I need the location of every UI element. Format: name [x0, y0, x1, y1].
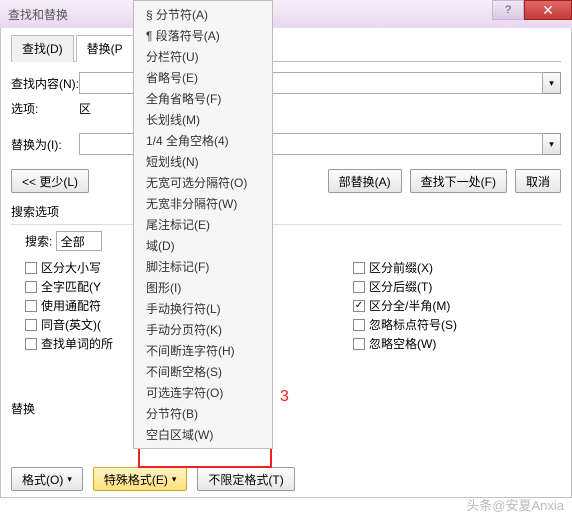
special-format-menu: § 分节符(A)¶ 段落符号(A)分栏符(U)省略号(E)全角省略号(F)长划线…	[133, 0, 273, 449]
help-button[interactable]: ?	[492, 0, 524, 20]
special-format-button[interactable]: 特殊格式(E)	[93, 467, 188, 491]
checkbox-label: 全字匹配(Y	[41, 278, 101, 295]
checkbox-label: 使用通配符	[41, 297, 101, 314]
menu-item[interactable]: 省略号(E)	[134, 67, 272, 88]
search-direction-select[interactable]: 全部	[56, 231, 102, 251]
cancel-button[interactable]: 取消	[515, 169, 561, 193]
checkbox-row[interactable]: 忽略标点符号(S)	[353, 316, 561, 333]
checkbox-label: 查找单词的所	[41, 335, 113, 352]
titlebar: 查找和替换 ? ✕	[0, 0, 572, 28]
checkbox-label: 区分全/半角(M)	[369, 297, 450, 314]
checkbox-icon	[25, 319, 37, 331]
find-label: 查找内容(N):	[11, 75, 79, 92]
menu-item[interactable]: 全角省略号(F)	[134, 88, 272, 109]
menu-item[interactable]: 长划线(M)	[134, 109, 272, 130]
search-label: 搜索:	[25, 235, 52, 249]
checkbox-label: 区分前缀(X)	[369, 259, 433, 276]
checkbox-icon: ✓	[353, 300, 365, 312]
watermark: 头条@安夏Anxia	[466, 495, 564, 514]
checkbox-label: 同音(英文)(	[41, 316, 101, 333]
checkbox-icon	[25, 262, 37, 274]
find-next-button[interactable]: 查找下一处(F)	[410, 169, 507, 193]
options-label: 选项:	[11, 100, 79, 117]
menu-item[interactable]: 分节符(B)	[134, 403, 272, 424]
menu-item[interactable]: 不间断空格(S)	[134, 361, 272, 382]
checkbox-label: 区分后缀(T)	[369, 278, 432, 295]
annotation-label: 3	[280, 388, 289, 406]
menu-item[interactable]: 域(D)	[134, 235, 272, 256]
menu-item[interactable]: 脚注标记(F)	[134, 256, 272, 277]
menu-item[interactable]: 1/4 全角空格(4)	[134, 130, 272, 151]
menu-item[interactable]: ¶ 段落符号(A)	[134, 25, 272, 46]
no-format-button[interactable]: 不限定格式(T)	[197, 467, 294, 491]
checkbox-row[interactable]: 忽略空格(W)	[353, 335, 561, 352]
checkbox-label: 区分大小写	[41, 259, 101, 276]
menu-item[interactable]: 尾注标记(E)	[134, 214, 272, 235]
checkbox-label: 忽略标点符号(S)	[369, 316, 457, 333]
tab-replace[interactable]: 替换(P	[76, 35, 134, 62]
tab-find[interactable]: 查找(D)	[11, 35, 74, 62]
search-options-heading: 搜索选项	[11, 203, 561, 220]
checkbox-icon	[25, 281, 37, 293]
menu-item[interactable]: 手动分页符(K)	[134, 319, 272, 340]
options-value: 区	[79, 100, 91, 117]
dialog-title: 查找和替换	[8, 6, 68, 23]
replace-dropdown-icon[interactable]: ▾	[543, 133, 561, 155]
checkbox-row[interactable]: 区分后缀(T)	[353, 278, 561, 295]
checkbox-label: 忽略空格(W)	[369, 335, 436, 352]
find-dropdown-icon[interactable]: ▾	[543, 72, 561, 94]
menu-item[interactable]: 不间断连字符(H)	[134, 340, 272, 361]
format-button[interactable]: 格式(O)	[11, 467, 83, 491]
checkbox-icon	[25, 300, 37, 312]
menu-item[interactable]: 空白区域(W)	[134, 424, 272, 445]
menu-item[interactable]: 图形(I)	[134, 277, 272, 298]
menu-item[interactable]: 可选连字符(O)	[134, 382, 272, 403]
checkbox-icon	[353, 281, 365, 293]
checkbox-row[interactable]: ✓ 区分全/半角(M)	[353, 297, 561, 314]
tab-strip: 查找(D) 替换(P	[11, 34, 561, 62]
checkbox-icon	[353, 338, 365, 350]
menu-item[interactable]: 短划线(N)	[134, 151, 272, 172]
replace-label: 替换为(I):	[11, 136, 79, 153]
menu-item[interactable]: 无宽可选分隔符(O)	[134, 172, 272, 193]
window-controls: ? ✕	[492, 0, 572, 20]
menu-item[interactable]: § 分节符(A)	[134, 4, 272, 25]
menu-item[interactable]: 分栏符(U)	[134, 46, 272, 67]
menu-item[interactable]: 手动换行符(L)	[134, 298, 272, 319]
replace-all-button[interactable]: 部替换(A)	[328, 169, 402, 193]
close-button[interactable]: ✕	[524, 0, 572, 20]
checkbox-icon	[353, 262, 365, 274]
dialog-body: 查找(D) 替换(P 查找内容(N): ▾ 选项: 区 替换为(I): ▾ <<…	[0, 28, 572, 498]
checkbox-icon	[353, 319, 365, 331]
menu-item[interactable]: 无宽非分隔符(W)	[134, 193, 272, 214]
less-button[interactable]: << 更少(L)	[11, 169, 89, 193]
checkbox-row[interactable]: 区分前缀(X)	[353, 259, 561, 276]
checkbox-icon	[25, 338, 37, 350]
